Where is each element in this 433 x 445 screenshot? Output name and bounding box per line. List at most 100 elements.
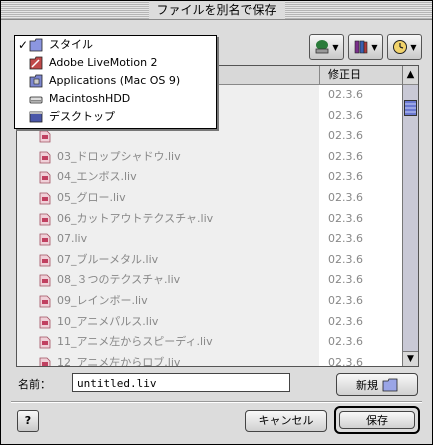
file-date: 02.3.6 — [328, 149, 363, 163]
network-icon — [316, 40, 329, 54]
list-item[interactable]: 11_アニメ左からスピーディ.liv 02.3.6 — [17, 332, 402, 353]
sort-direction-button[interactable]: ▲ — [403, 66, 418, 85]
help-icon: ? — [24, 414, 32, 427]
list-item[interactable]: 04_エンボス.liv 02.3.6 — [17, 167, 402, 188]
scroll-thumb[interactable] — [404, 100, 417, 116]
file-date: 02.3.6 — [328, 314, 363, 328]
file-name-cell: 11_アニメ左からスピーディ.liv — [17, 332, 319, 353]
file-name-cell: 04_エンボス.liv — [17, 167, 319, 188]
popup-menu-item-label: Adobe LiveMotion 2 — [49, 56, 158, 69]
file-name: 09_レインボー.liv — [57, 293, 148, 307]
folder-icon — [29, 38, 43, 52]
help-button[interactable]: ? — [17, 410, 39, 432]
file-name: 07.liv — [57, 232, 88, 246]
checkmark-icon: ✓ — [18, 38, 29, 52]
cancel-button[interactable]: キャンセル — [245, 410, 327, 432]
popup-menu-item-label: デスクトップ — [49, 110, 115, 123]
location-popup-menu[interactable]: ✓ スタイル Adobe LiveMotion 2 Applications (Mac… — [14, 35, 217, 129]
name-label: 名前： — [18, 378, 51, 391]
file-date: 02.3.6 — [328, 355, 363, 367]
recent-button[interactable]: ▼ — [387, 34, 422, 60]
popup-menu-item[interactable]: デスクトップ — [15, 108, 216, 126]
list-item[interactable]: 05_グロー.liv 02.3.6 — [17, 187, 402, 209]
liv-document-icon — [39, 274, 51, 287]
liv-document-icon — [39, 192, 51, 205]
file-date: 02.3.6 — [328, 273, 363, 287]
network-button[interactable]: ▼ — [309, 34, 344, 60]
liv-document-icon — [39, 316, 51, 328]
dialog-title: ファイルを別名で保存 — [148, 1, 285, 19]
file-date: 02.3.6 — [328, 108, 363, 122]
divider — [11, 401, 422, 403]
scroll-down-arrow[interactable]: ▼ — [403, 351, 418, 366]
file-date: 02.3.6 — [328, 211, 363, 225]
file-name: 07_ブルーメタル.liv — [57, 252, 159, 266]
file-name: 11_アニメ左からスピーディ.liv — [57, 335, 213, 349]
file-name-cell: 09_レインボー.liv — [17, 290, 319, 312]
file-name-cell: 10_アニメパルス.liv — [17, 311, 319, 333]
list-item[interactable]: 07_ブルーメタル.liv 02.3.6 — [17, 249, 402, 271]
file-date: 02.3.6 — [328, 129, 363, 143]
new-folder-icon — [382, 378, 398, 391]
file-name: 10_アニメパルス.liv — [57, 314, 159, 328]
liv-document-icon — [39, 336, 51, 349]
list-item[interactable]: 08_３つのテクスチャ.liv 02.3.6 — [17, 270, 402, 291]
popup-menu-item[interactable]: ✓ スタイル — [15, 36, 216, 54]
popup-menu-item-label: Applications (Mac OS 9) — [49, 74, 181, 87]
file-date: 02.3.6 — [328, 335, 363, 349]
hard-disk-icon — [29, 92, 43, 106]
chevron-down-icon: ▼ — [371, 42, 378, 52]
file-date: 02.3.6 — [328, 252, 363, 266]
recent-clock-icon — [393, 40, 408, 54]
liv-document-icon — [39, 151, 51, 164]
file-date: 02.3.6 — [328, 293, 363, 307]
list-item[interactable]: 09_レインボー.liv 02.3.6 — [17, 290, 402, 312]
favorites-icon — [355, 40, 368, 54]
file-name: 06_カットアウトテクスチャ.liv — [57, 211, 214, 225]
vertical-scrollbar[interactable]: ▲ ▼ — [402, 66, 418, 366]
chevron-down-icon: ▼ — [332, 42, 339, 52]
file-name: 04_エンボス.liv — [57, 170, 137, 184]
new-folder-label: 新規 — [356, 378, 378, 392]
popup-menu-item-label: スタイル — [49, 38, 93, 51]
file-name-cell: 06_カットアウトテクスチャ.liv — [17, 208, 319, 230]
popup-menu-item[interactable]: MacintoshHDD — [15, 90, 216, 108]
liv-document-icon — [39, 295, 51, 308]
file-date: 02.3.6 — [328, 88, 363, 101]
liv-document-icon — [39, 233, 51, 246]
filename-input[interactable]: untitled.liv — [72, 373, 290, 392]
list-item[interactable]: 02.3.6 — [17, 126, 402, 147]
new-folder-button[interactable]: 新規 — [336, 373, 418, 396]
save-button-label: 保存 — [339, 411, 415, 429]
save-as-dialog: ファイルを別名で保存 ▼ ▼ ▼ 修正日 02.3.6 02.3.6 02.3.6 0… — [0, 0, 433, 445]
list-item[interactable]: 12_アニメ左からロブ.liv 02.3.6 — [17, 352, 402, 367]
file-name: 12_アニメ左からロブ.liv — [57, 355, 181, 367]
popup-menu-item[interactable]: Adobe LiveMotion 2 — [15, 54, 216, 72]
file-name-cell: 07.liv — [17, 229, 319, 250]
file-name-cell: 12_アニメ左からロブ.liv — [17, 352, 319, 367]
list-item[interactable]: 10_アニメパルス.liv 02.3.6 — [17, 311, 402, 333]
popup-menu-item[interactable]: Applications (Mac OS 9) — [15, 72, 216, 90]
file-date: 02.3.6 — [328, 170, 363, 184]
list-item[interactable]: 03_ドロップシャドウ.liv 02.3.6 — [17, 146, 402, 168]
save-button[interactable]: 保存 — [334, 406, 420, 434]
column-header-date[interactable]: 修正日 — [320, 66, 410, 84]
list-item[interactable]: 07.liv 02.3.6 — [17, 229, 402, 250]
file-name-cell: 08_３つのテクスチャ.liv — [17, 270, 319, 291]
desktop-icon — [29, 110, 43, 124]
liv-document-icon — [39, 357, 51, 366]
file-name-cell: 05_グロー.liv — [17, 187, 319, 209]
file-name: 08_３つのテクスチャ.liv — [57, 273, 181, 287]
chevron-down-icon: ▼ — [410, 42, 417, 52]
file-date: 02.3.6 — [328, 232, 363, 246]
file-name: 03_ドロップシャドウ.liv — [57, 149, 181, 163]
liv-document-icon — [39, 130, 51, 143]
list-item[interactable]: 06_カットアウトテクスチャ.liv 02.3.6 — [17, 208, 402, 230]
file-name-cell: 07_ブルーメタル.liv — [17, 249, 319, 271]
liv-document-icon — [39, 213, 51, 225]
livemotion-folder-icon — [29, 56, 43, 70]
liv-document-icon — [39, 254, 51, 267]
favorites-button[interactable]: ▼ — [348, 34, 383, 60]
title-bar[interactable]: ファイルを別名で保存 — [1, 1, 432, 20]
file-name: 05_グロー.liv — [57, 190, 126, 204]
